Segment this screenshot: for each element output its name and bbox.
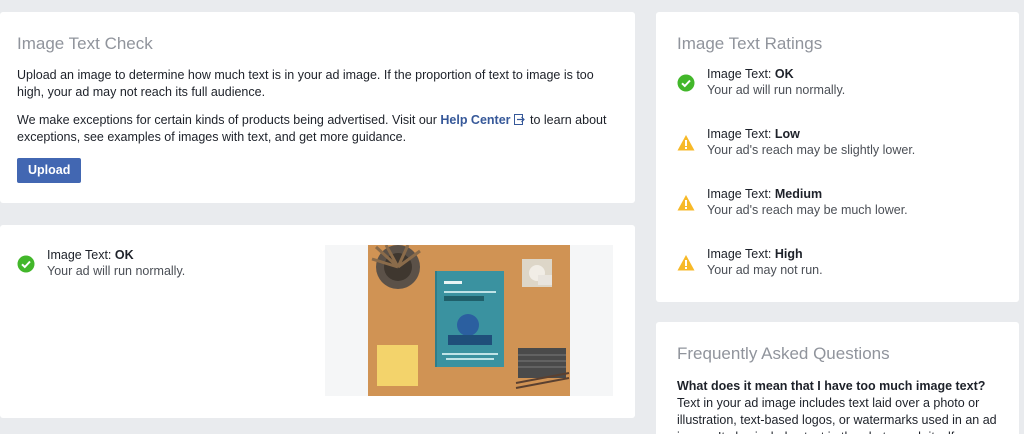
rating-high-prefix: Image Text: [707,247,775,261]
rating-medium-label: Image Text: Medium [707,186,908,202]
rating-low-level: Low [774,127,800,141]
rating-medium-prefix: Image Text: [707,187,775,201]
rating-ok-level: OK [774,67,794,81]
rating-low: Image Text: Low Your ad's reach may be s… [677,126,998,186]
intro-paragraph: Upload an image to determine how much te… [17,68,594,99]
rating-high-level: High [774,247,803,261]
image-text-check-card: Image Text Check Upload an image to dete… [0,12,635,203]
rating-ok-label: Image Text: OK [707,66,845,82]
result-label-prefix: Image Text: [47,248,115,262]
image-text-check-title: Image Text Check [17,34,153,53]
upload-button[interactable]: Upload [17,158,82,183]
rating-ok: Image Text: OK Your ad will run normally… [677,66,998,126]
faq-title: Frequently Asked Questions [677,344,890,363]
rating-low-sub: Your ad's reach may be slightly lower. [707,143,916,157]
rating-ok-sub: Your ad will run normally. [707,83,846,97]
warning-triangle-icon [677,195,695,211]
exceptions-text-before: We make exceptions for certain kinds of … [17,113,441,127]
rating-medium-level: Medium [774,187,823,201]
rating-high-text: Image Text: High Your ad may not run. [707,246,823,306]
exceptions-paragraph: We make exceptions for certain kinds of … [17,112,621,146]
result-subtext: Your ad will run normally. [47,264,186,278]
ratings-title: Image Text Ratings [677,34,823,53]
rating-high: Image Text: High Your ad may not run. [677,246,998,306]
rating-ok-prefix: Image Text: [707,67,775,81]
image-preview-area [325,245,613,396]
ratings-list: Image Text: OK Your ad will run normally… [677,66,998,306]
result-label: Image Text: OK [47,247,185,263]
rating-low-prefix: Image Text: [707,127,775,141]
faq-question: What does it mean that I have too much i… [677,379,986,393]
result-status: Image Text: OK Your ad will run normally… [17,247,185,279]
faq-answer: Text in your ad image includes text laid… [677,396,997,434]
rating-high-sub: Your ad may not run. [707,263,823,277]
check-circle-icon [677,74,695,92]
rating-high-label: Image Text: High [707,246,823,262]
result-text: Image Text: OK Your ad will run normally… [47,247,185,279]
uploaded-ad-image [368,245,570,396]
rating-ok-text: Image Text: OK Your ad will run normally… [707,66,845,126]
result-label-value: OK [114,248,134,262]
rating-low-text: Image Text: Low Your ad's reach may be s… [707,126,915,186]
rating-low-label: Image Text: Low [707,126,915,142]
warning-triangle-icon [677,255,695,271]
warning-triangle-icon [677,135,695,151]
rating-medium-text: Image Text: Medium Your ad's reach may b… [707,186,908,246]
result-card: Image Text: OK Your ad will run normally… [0,225,635,418]
rating-medium-sub: Your ad's reach may be much lower. [707,203,908,217]
image-text-ratings-card: Image Text Ratings Image Text: OK Your a… [656,12,1019,302]
faq-card: Frequently Asked Questions What does it … [656,322,1019,434]
external-link-icon[interactable] [513,114,525,125]
check-circle-icon [17,255,35,273]
rating-medium: Image Text: Medium Your ad's reach may b… [677,186,998,246]
help-center-link[interactable]: Help Center [440,113,510,127]
